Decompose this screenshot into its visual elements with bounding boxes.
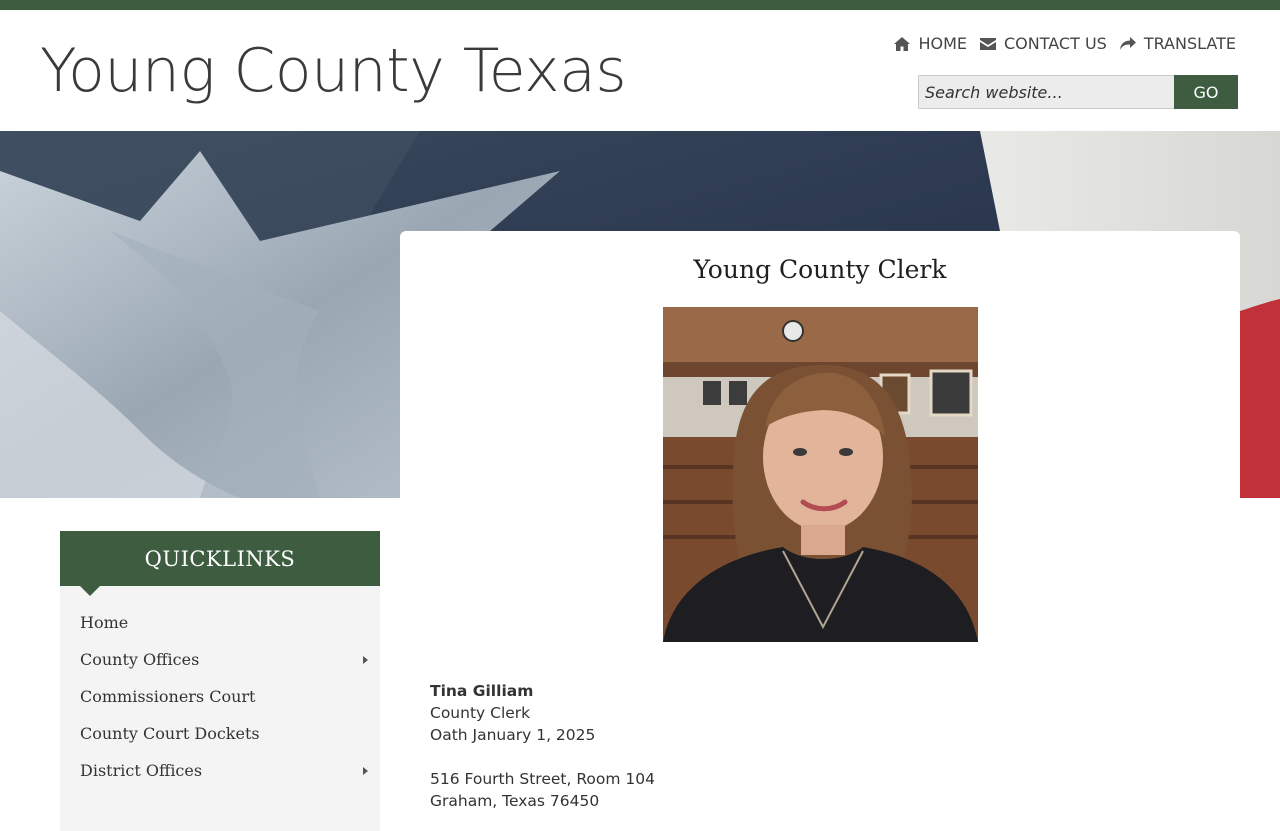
caret-right-icon xyxy=(363,767,368,775)
clerk-position: County Clerk xyxy=(430,704,531,722)
quicklinks-pointer-icon xyxy=(80,586,100,596)
nav-home-label: HOME xyxy=(918,34,967,53)
search-go-button[interactable]: GO xyxy=(1174,75,1238,109)
clerk-name: Tina Gilliam xyxy=(430,682,534,700)
quicklink-label: Home xyxy=(80,613,129,632)
nav-home-link[interactable]: HOME xyxy=(893,34,967,53)
quicklink-label: District Offices xyxy=(80,761,203,780)
clerk-address-line1: 516 Fourth Street, Room 104 xyxy=(430,770,655,788)
quicklink-label: County Court Dockets xyxy=(80,724,260,743)
quicklink-county-court-dockets[interactable]: County Court Dockets xyxy=(60,715,380,752)
quicklinks-list: Home County Offices Commissioners Court … xyxy=(60,586,380,789)
nav-translate-label: TRANSLATE xyxy=(1143,34,1236,53)
quicklink-home[interactable]: Home xyxy=(60,604,380,641)
nav-contact-link[interactable]: CONTACT US xyxy=(979,34,1107,53)
clerk-oath-date: Oath January 1, 2025 xyxy=(430,726,596,744)
quicklink-label: Commissioners Court xyxy=(80,687,256,706)
home-icon xyxy=(894,36,911,51)
main-content-card: Young County Clerk Tina Gilliam County C… xyxy=(400,231,1240,831)
site-title[interactable]: Young County Texas xyxy=(40,36,627,106)
quicklink-district-offices[interactable]: District Offices xyxy=(60,752,380,789)
quicklink-label: County Offices xyxy=(80,650,200,669)
search-form: GO xyxy=(918,75,1238,109)
share-arrow-icon xyxy=(1119,36,1136,50)
header-nav: HOME CONTACT US TRANSLATE xyxy=(893,34,1236,53)
quicklinks-title-text: QUICKLINKS xyxy=(144,547,296,571)
quicklinks-sidebar: QUICKLINKS Home County Offices Commissio… xyxy=(60,531,380,831)
quicklink-county-offices[interactable]: County Offices xyxy=(60,641,380,678)
top-accent-bar xyxy=(0,0,1280,10)
quicklinks-title: QUICKLINKS xyxy=(60,531,380,596)
clerk-portrait-photo xyxy=(663,307,978,642)
quicklink-commissioners-court[interactable]: Commissioners Court xyxy=(60,678,380,715)
search-input[interactable] xyxy=(918,75,1174,109)
nav-contact-label: CONTACT US xyxy=(1003,34,1107,53)
caret-right-icon xyxy=(363,656,368,664)
page-title: Young County Clerk xyxy=(693,255,947,284)
nav-translate-link[interactable]: TRANSLATE xyxy=(1119,34,1236,53)
clerk-address-line2: Graham, Texas 76450 xyxy=(430,792,600,810)
clerk-contact-info: Tina Gilliam County Clerk Oath January 1… xyxy=(430,680,655,812)
envelope-icon xyxy=(979,37,996,50)
